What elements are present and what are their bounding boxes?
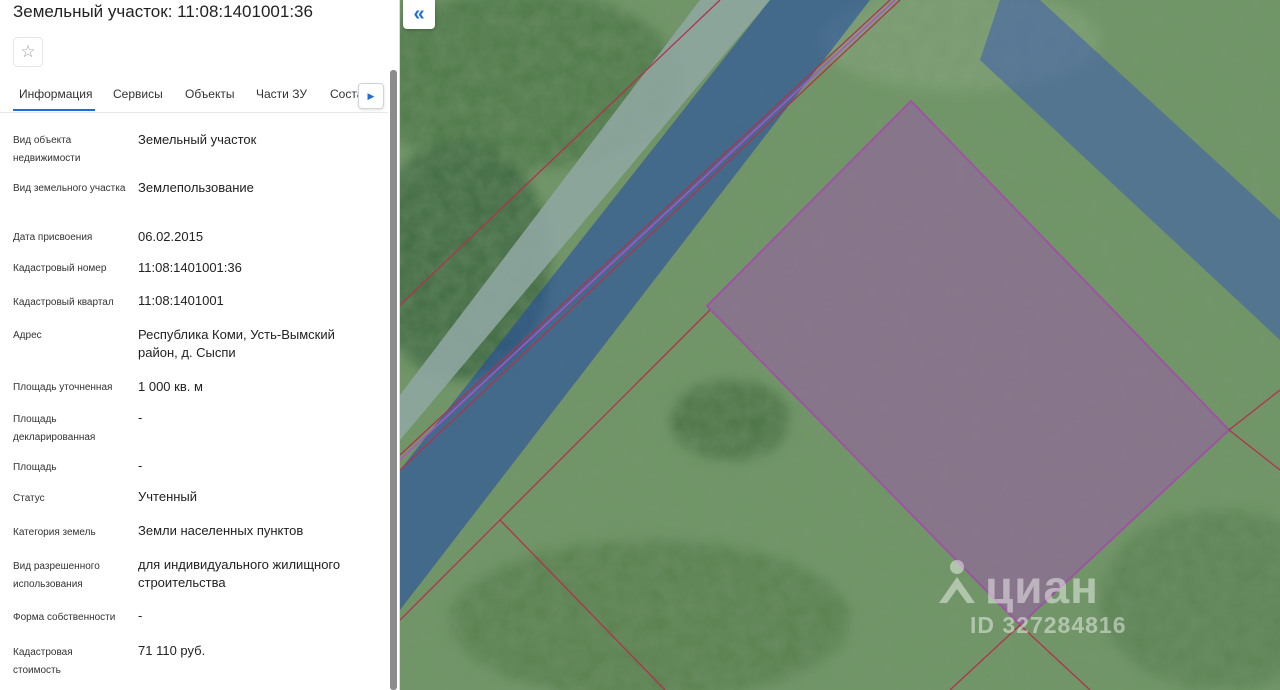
field-label-ownership: Форма собственности (13, 612, 116, 623)
field-label-status: Статус (13, 493, 45, 504)
field-value-cadastral-quarter: 11:08:1401001 (138, 293, 224, 308)
info-panel: Земельный участок: 11:08:1401001:36 ☆ Ин… (0, 0, 400, 690)
field-label-area-precise: Площадь уточненная (13, 382, 113, 393)
field-label-cadastral-number: Кадастровый номер (13, 263, 107, 274)
field-label-address: Адрес (13, 330, 42, 341)
field-value-status: Учтенный (138, 489, 198, 504)
field-label-object-type: Вид объекта недвижимости (13, 135, 81, 164)
tab-objects[interactable]: Объекты (185, 87, 235, 101)
field-label-cadastral-value: Кадастровая стоимость (13, 647, 73, 676)
field-value-area-declared: - (138, 410, 143, 425)
tab-parts[interactable]: Части ЗУ (256, 87, 307, 101)
field-label-area: Площадь (13, 462, 57, 473)
field-value-land-category: Земли населенных пунктов (138, 523, 304, 538)
page-title: Земельный участок: 11:08:1401001:36 (13, 2, 313, 21)
field-label-permitted-use: Вид разрешенного использования (13, 561, 100, 590)
field-value-cadastral-number: 11:08:1401001:36 (138, 260, 242, 275)
field-value-ownership: - (138, 608, 143, 623)
field-label-assign-date: Дата присвоения (13, 232, 93, 243)
double-chevron-left-icon: « (413, 3, 425, 25)
field-value-parcel-type: Землепользование (138, 180, 254, 195)
collapse-panel-button[interactable]: « (403, 0, 435, 29)
field-label-parcel-type: Вид земельного участка (13, 183, 126, 194)
panel-scrollbar[interactable] (390, 70, 397, 690)
field-label-cadastral-quarter: Кадастровый квартал (13, 297, 114, 308)
tab-bar: Информация Сервисы Объекты Части ЗУ Сост… (0, 78, 388, 113)
app-root: Земельный участок: 11:08:1401001:36 ☆ Ин… (0, 0, 1280, 690)
satellite-map[interactable] (400, 0, 1280, 690)
field-value-object-type: Земельный участок (138, 132, 257, 147)
field-value-assign-date: 06.02.2015 (138, 229, 204, 244)
field-label-land-category: Категория земель (13, 527, 96, 538)
field-value-area-precise: 1 000 кв. м (138, 379, 203, 394)
star-outline-icon: ☆ (20, 42, 36, 61)
map-canvas (400, 0, 1280, 690)
active-tab-indicator (13, 109, 95, 111)
tabs-next-button[interactable]: ▶ (358, 83, 384, 109)
field-label-area-declared: Площадь декларированная (13, 414, 96, 443)
favorite-button[interactable]: ☆ (13, 37, 43, 67)
field-value-permitted-use: для индивидуального жилищного строительс… (138, 557, 341, 590)
field-value-cadastral-value: 71 110 руб. (138, 643, 206, 658)
tab-services[interactable]: Сервисы (113, 87, 163, 101)
tab-information[interactable]: Информация (19, 87, 92, 101)
field-value-area: - (138, 458, 143, 473)
caret-right-icon: ▶ (367, 90, 375, 101)
field-value-address: Республика Коми, Усть-Вымский район, д. … (138, 327, 335, 360)
